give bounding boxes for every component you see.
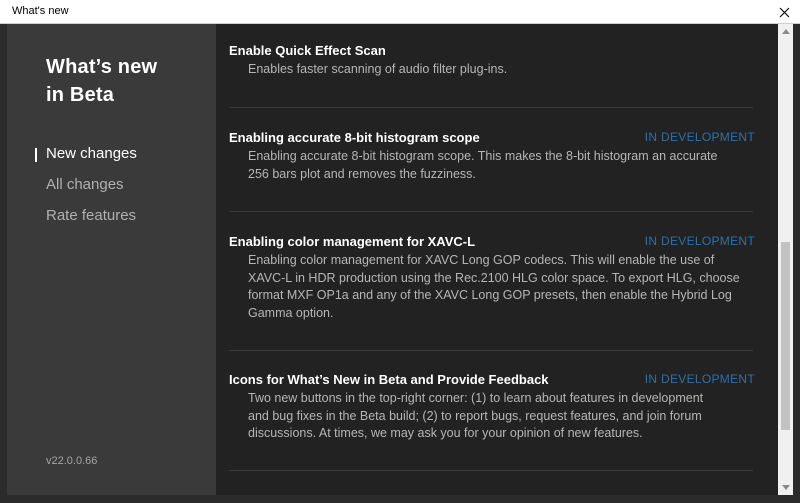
- scroll-up-button[interactable]: [778, 24, 793, 39]
- entry-description-line: Two new buttons in the top-right corner:…: [248, 391, 704, 405]
- status-badge: IN DEVELOPMENT: [644, 130, 755, 144]
- change-entry: Icons for What’s New in Beta and Provide…: [229, 371, 755, 443]
- divider: [229, 350, 753, 351]
- divider: [229, 211, 753, 212]
- vertical-scrollbar[interactable]: [778, 24, 793, 495]
- status-badge: IN DEVELOPMENT: [644, 372, 755, 386]
- chevron-down-icon: [781, 485, 790, 490]
- entry-description-line: Enabling accurate 8-bit histogram scope.…: [248, 149, 718, 163]
- scrollbar-thumb[interactable]: [781, 242, 790, 430]
- entry-description: Enables faster scanning of audio filter …: [248, 61, 755, 79]
- change-entry: Enable Quick Effect Scan Enables faster …: [229, 42, 755, 79]
- divider: [229, 107, 753, 108]
- window-frame-right: [793, 24, 800, 495]
- nav-new-changes[interactable]: New changes: [46, 145, 137, 162]
- version-label: v22.0.0.66: [46, 455, 98, 467]
- active-nav-indicator: [35, 148, 37, 162]
- sidebar-heading: What’s new in Beta: [46, 53, 157, 109]
- nav-rate-features[interactable]: Rate features: [46, 207, 136, 224]
- entry-description: Enabling color management for XAVC Long …: [248, 252, 755, 322]
- sidebar-heading-line2: in Beta: [46, 84, 115, 106]
- entry-description-line: 256 bars plot and removes the fuzziness.: [248, 166, 476, 181]
- entry-description-line: and bug fixes in the Beta build; (2) to …: [248, 408, 702, 423]
- scroll-down-button[interactable]: [778, 480, 793, 495]
- window-title: What's new: [12, 5, 69, 17]
- entry-description-line: Enabling color management for XAVC Long …: [248, 253, 715, 267]
- sidebar: What’s new in Beta New changes All chang…: [7, 24, 216, 495]
- entry-description-line: XAVC-L in HDR production using the Rec.2…: [248, 270, 740, 285]
- entry-description-line: discussions. At times, we may ask you fo…: [248, 426, 643, 440]
- nav-all-changes[interactable]: All changes: [46, 176, 124, 193]
- chevron-up-icon: [781, 29, 790, 34]
- sidebar-heading-line1: What’s new: [46, 56, 158, 78]
- window-frame-left: [0, 24, 7, 503]
- close-icon: [779, 7, 789, 17]
- entry-description: Enabling accurate 8-bit histogram scope.…: [248, 148, 755, 183]
- change-entry: Enabling accurate 8-bit histogram scope …: [229, 129, 755, 183]
- status-badge: IN DEVELOPMENT: [644, 234, 755, 248]
- divider: [229, 470, 753, 471]
- title-bar: What's new: [0, 0, 800, 24]
- entry-description: Two new buttons in the top-right corner:…: [248, 390, 755, 443]
- entry-title: Enable Quick Effect Scan: [229, 43, 386, 58]
- close-button[interactable]: [768, 0, 800, 24]
- entry-description-line: format MXF OP1a and any of the XAVC Long…: [248, 288, 732, 302]
- window-frame-bottom: [0, 495, 800, 503]
- entry-description-line: Enables faster scanning of audio filter …: [248, 62, 508, 76]
- change-entry: Enabling color management for XAVC-L IN …: [229, 233, 755, 322]
- entry-description-line: Gamma option.: [248, 305, 334, 320]
- changes-list: Enable Quick Effect Scan Enables faster …: [216, 24, 778, 495]
